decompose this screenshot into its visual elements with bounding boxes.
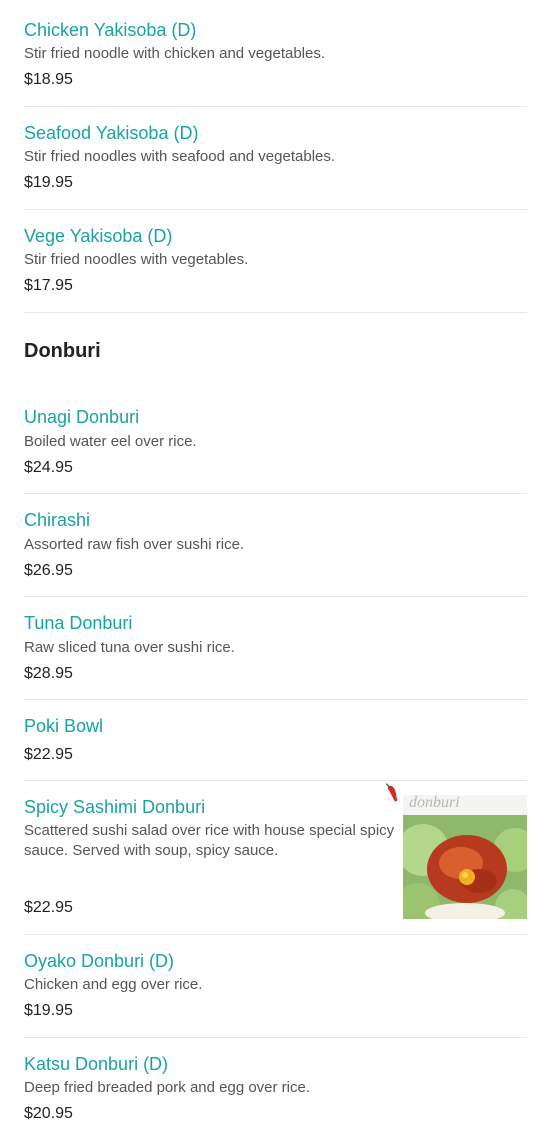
- item-description: Stir fried noodles with vegetables.: [24, 251, 249, 268]
- menu-item[interactable]: Vege Yakisoba (D) Stir fried noodles wit…: [24, 210, 527, 313]
- item-price: $17.95: [24, 277, 73, 294]
- item-price: $28.95: [24, 665, 73, 682]
- item-name: Poki Bowl: [24, 716, 104, 736]
- menu-item[interactable]: Oyako Donburi (D) Chicken and egg over r…: [24, 935, 527, 1038]
- item-price: $19.95: [24, 1002, 73, 1019]
- item-name: Oyako Donburi (D): [24, 951, 175, 971]
- item-name: Katsu Donburi (D): [24, 1054, 169, 1074]
- menu-item[interactable]: Seafood Yakisoba (D) Stir fried noodles …: [24, 107, 527, 210]
- item-photo[interactable]: donburi: [403, 795, 527, 919]
- item-price: $22.95: [24, 899, 73, 916]
- item-name: Vege Yakisoba (D): [24, 226, 173, 246]
- item-name: Seafood Yakisoba (D): [24, 123, 199, 143]
- chili-pepper-icon: [385, 783, 397, 802]
- photo-caption: donburi: [409, 795, 460, 811]
- menu-item[interactable]: Tuna Donburi Raw sliced tuna over sushi …: [24, 597, 527, 700]
- item-price: $22.95: [24, 746, 73, 763]
- item-description: Raw sliced tuna over sushi rice.: [24, 639, 235, 656]
- item-name: Chirashi: [24, 510, 91, 530]
- item-price: $18.95: [24, 71, 73, 88]
- item-price: $24.95: [24, 459, 73, 476]
- item-name: Chicken Yakisoba (D): [24, 20, 197, 40]
- item-name: Unagi Donburi: [24, 407, 140, 427]
- item-description: Stir fried noodles with seafood and vege…: [24, 148, 336, 165]
- menu-page: Chicken Yakisoba (D) Stir fried noodle w…: [0, 0, 550, 1125]
- section-title: Donburi: [24, 340, 101, 362]
- menu-item[interactable]: Unagi Donburi Boiled water eel over rice…: [24, 391, 527, 494]
- item-description: Scattered sushi salad over rice with hou…: [24, 822, 395, 859]
- item-description: Assorted raw fish over sushi rice.: [24, 536, 245, 553]
- item-description: Stir fried noodle with chicken and veget…: [24, 45, 326, 62]
- item-description: Deep fried breaded pork and egg over ric…: [24, 1079, 311, 1096]
- menu-item[interactable]: Chirashi Assorted raw fish over sushi ri…: [24, 494, 527, 597]
- item-name: Spicy Sashimi Donburi: [24, 797, 206, 817]
- menu-item[interactable]: Poki Bowl $22.95: [24, 700, 527, 781]
- menu-item[interactable]: Katsu Donburi (D) Deep fried breaded por…: [24, 1038, 527, 1125]
- item-price: $19.95: [24, 174, 73, 191]
- item-name: Tuna Donburi: [24, 613, 133, 633]
- item-price: $26.95: [24, 562, 73, 579]
- item-price: $20.95: [24, 1105, 73, 1122]
- donburi-photo: donburi: [403, 795, 527, 919]
- menu-item[interactable]: Spicy Sashimi Donburi Scattered sushi sa…: [24, 781, 527, 935]
- item-description: Chicken and egg over rice.: [24, 976, 203, 993]
- item-description: Boiled water eel over rice.: [24, 433, 197, 450]
- menu-item[interactable]: Chicken Yakisoba (D) Stir fried noodle w…: [24, 4, 527, 107]
